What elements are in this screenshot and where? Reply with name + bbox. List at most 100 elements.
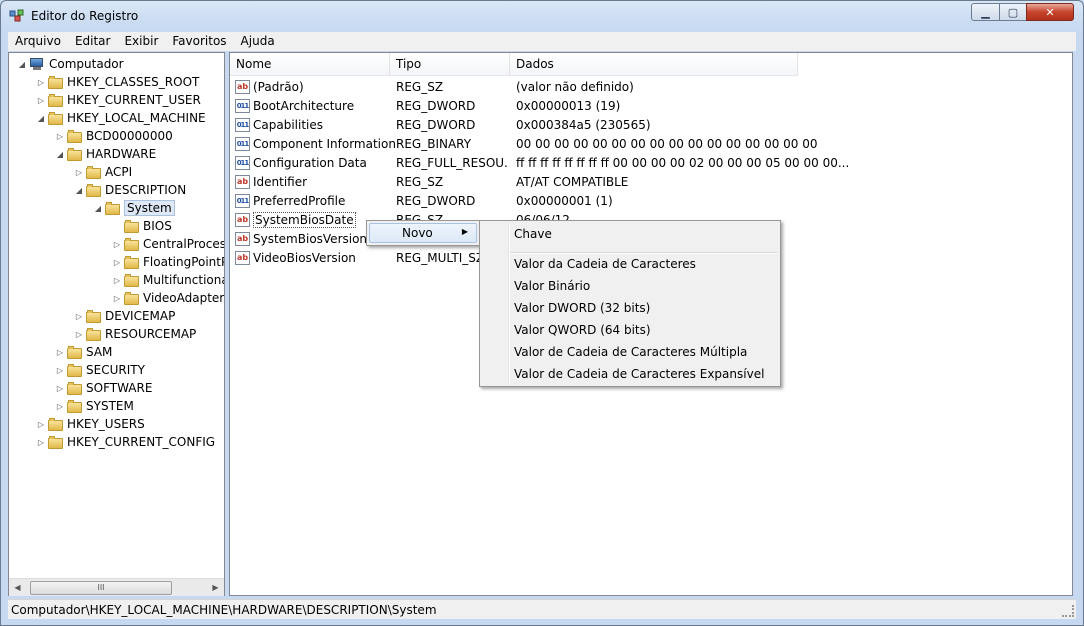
collapsed-arrow-icon[interactable]: ▷ (55, 348, 65, 357)
table-row[interactable]: 011 PreferredProfile REG_DWORD 0x00000001 (… (230, 192, 1072, 211)
submenu-expandable-string-value[interactable]: Valor de Cadeia de Caracteres Expansível (482, 363, 778, 385)
collapsed-arrow-icon[interactable]: ▷ (112, 258, 122, 267)
collapsed-arrow-icon[interactable]: ▷ (36, 78, 46, 87)
submenu-binary-value[interactable]: Valor Binário (482, 275, 778, 297)
tree-node[interactable]: ▷ SOFTWARE (55, 379, 153, 397)
menu-exibir[interactable]: Exibir (117, 32, 165, 51)
collapsed-arrow-icon[interactable]: ▷ (112, 294, 122, 303)
tree-node-label: Multifunctiona (143, 273, 225, 287)
menu-arquivo[interactable]: Arquivo (8, 32, 68, 51)
collapsed-arrow-icon[interactable]: ▷ (112, 276, 122, 285)
tree-node-label: SYSTEM (86, 399, 134, 413)
tree-node[interactable]: ▷ BCD00000000 (55, 127, 173, 145)
tree-node[interactable]: BIOS (112, 217, 172, 235)
expanded-arrow-icon[interactable]: ◢ (55, 150, 65, 159)
tree-node[interactable]: ▷ HKEY_CURRENT_CONFIG (36, 433, 215, 451)
new-submenu: Chave Valor da Cadeia de Caracteres Valo… (479, 220, 781, 387)
value-name-cell: Configuration Data (253, 154, 367, 173)
collapsed-arrow-icon[interactable]: ▷ (36, 420, 46, 429)
tree-node[interactable]: ◢ Computador (17, 55, 124, 73)
registry-tree[interactable]: ◢ Computador ▷ HKEY_CLASSES_ROOT ▷ HKEY_CURRE… (8, 52, 225, 596)
tree-node-label: HARDWARE (86, 147, 157, 161)
string-value-icon: ab (235, 175, 250, 189)
expanded-arrow-icon[interactable]: ◢ (36, 114, 46, 123)
tree-node[interactable]: ▷ SYSTEM (55, 397, 134, 415)
submenu-qword-value[interactable]: Valor QWORD (64 bits) (482, 319, 778, 341)
submenu-string-value[interactable]: Valor da Cadeia de Caracteres (482, 253, 778, 275)
scroll-thumb[interactable]: III (30, 581, 172, 595)
column-header-dados[interactable]: Dados (510, 53, 798, 76)
expanded-arrow-icon[interactable]: ◢ (17, 60, 27, 69)
menu-favoritos[interactable]: Favoritos (165, 32, 233, 51)
tree-node-label: DEVICEMAP (105, 309, 176, 323)
table-row[interactable]: ab Identifier REG_SZ AT/AT COMPATIBLE (230, 173, 1072, 192)
tree-node[interactable]: ◢ HKEY_LOCAL_MACHINE (36, 109, 206, 127)
tree-horizontal-scrollbar[interactable]: ◀ III ▶ (9, 578, 224, 596)
tree-node[interactable]: ◢ DESCRIPTION (74, 181, 186, 199)
title-bar[interactable]: Editor do Registro ▁ ▢ ✕ (1, 1, 1083, 31)
tree-node[interactable]: ◢ System (93, 199, 175, 217)
expanded-arrow-icon[interactable]: ◢ (93, 204, 103, 213)
folder-icon (86, 183, 102, 197)
submenu-chave[interactable]: Chave (482, 223, 778, 245)
collapsed-arrow-icon[interactable]: ▷ (74, 330, 84, 339)
tree-node[interactable]: ▷ CentralProces (112, 235, 224, 253)
submenu-item-label: Valor de Cadeia de Caracteres Múltipla (514, 345, 748, 359)
maximize-icon: ▢ (1007, 5, 1019, 19)
folder-icon (48, 75, 64, 89)
value-name-cell: Identifier (253, 173, 307, 192)
value-data: AT/AT COMPATIBLE (516, 175, 629, 189)
value-type: REG_DWORD (396, 194, 476, 208)
tree-node[interactable]: ▷ FloatingPointP (112, 253, 224, 271)
tree-node-label: SAM (86, 345, 113, 359)
close-button[interactable]: ✕ (1026, 3, 1074, 21)
tree-node[interactable]: ▷ HKEY_CLASSES_ROOT (36, 73, 199, 91)
tree-node[interactable]: ▷ SAM (55, 343, 112, 361)
tree-node[interactable]: ▷ DEVICEMAP (74, 307, 175, 325)
folder-icon (124, 255, 140, 269)
tree-node[interactable]: ▷ SECURITY (55, 361, 145, 379)
collapsed-arrow-icon[interactable]: ▷ (55, 402, 65, 411)
tree-node[interactable]: ▷ ACPI (74, 163, 132, 181)
tree-node[interactable]: ▷ HKEY_CURRENT_USER (36, 91, 201, 109)
submenu-item-label: Valor DWORD (32 bits) (514, 301, 651, 315)
collapsed-arrow-icon[interactable]: ▷ (112, 240, 122, 249)
menu-ajuda[interactable]: Ajuda (234, 32, 282, 51)
column-header-nome[interactable]: Nome (230, 53, 390, 76)
scroll-right-icon[interactable]: ▶ (207, 579, 224, 596)
table-row[interactable]: ab (Padrão) REG_SZ (valor não definido) (230, 78, 1072, 97)
submenu-dword-value[interactable]: Valor DWORD (32 bits) (482, 297, 778, 319)
submenu-multi-string-value[interactable]: Valor de Cadeia de Caracteres Múltipla (482, 341, 778, 363)
maximize-button[interactable]: ▢ (999, 3, 1027, 21)
table-row[interactable]: 011 Component Information REG_BINARY 00 00 … (230, 135, 1072, 154)
collapsed-arrow-icon[interactable]: ▷ (55, 384, 65, 393)
collapsed-arrow-icon[interactable]: ▷ (36, 96, 46, 105)
collapsed-arrow-icon[interactable]: ▷ (55, 366, 65, 375)
tree-node[interactable]: ◢ HARDWARE (55, 145, 156, 163)
resize-grip-icon[interactable] (1062, 605, 1074, 617)
expanded-arrow-icon[interactable]: ◢ (74, 186, 84, 195)
tree-node[interactable]: ▷ VideoAdapterB (112, 289, 224, 307)
table-row[interactable]: 011 Capabilities REG_DWORD 0x000384a5 (2305… (230, 116, 1072, 135)
tree-node-label: RESOURCEMAP (105, 327, 197, 341)
menu-editar[interactable]: Editar (68, 32, 118, 51)
minimize-button[interactable]: ▁ (971, 3, 1000, 21)
tree-node-label: Computador (49, 57, 124, 71)
scroll-left-icon[interactable]: ◀ (9, 579, 26, 596)
value-name: Component Information (253, 137, 396, 151)
value-name: BootArchitecture (253, 99, 355, 113)
binary-value-icon: 011 (235, 194, 250, 208)
collapsed-arrow-icon[interactable]: ▷ (74, 312, 84, 321)
tree-node[interactable]: ▷ RESOURCEMAP (74, 325, 196, 343)
collapsed-arrow-icon[interactable]: ▷ (36, 438, 46, 447)
value-data: (valor não definido) (516, 80, 634, 94)
tree-node[interactable]: ▷ HKEY_USERS (36, 415, 145, 433)
tree-node[interactable]: ▷ Multifunctiona (112, 271, 225, 289)
table-row[interactable]: 011 BootArchitecture REG_DWORD 0x00000013 (… (230, 97, 1072, 116)
collapsed-arrow-icon[interactable]: ▷ (55, 132, 65, 141)
table-row[interactable]: 011 Configuration Data REG_FULL_RESOU... ff… (230, 154, 1072, 173)
collapsed-arrow-icon[interactable]: ▷ (74, 168, 84, 177)
column-header-tipo[interactable]: Tipo (390, 53, 510, 76)
folder-icon (124, 237, 140, 251)
context-menu-novo[interactable]: Novo ▶ (369, 223, 477, 243)
